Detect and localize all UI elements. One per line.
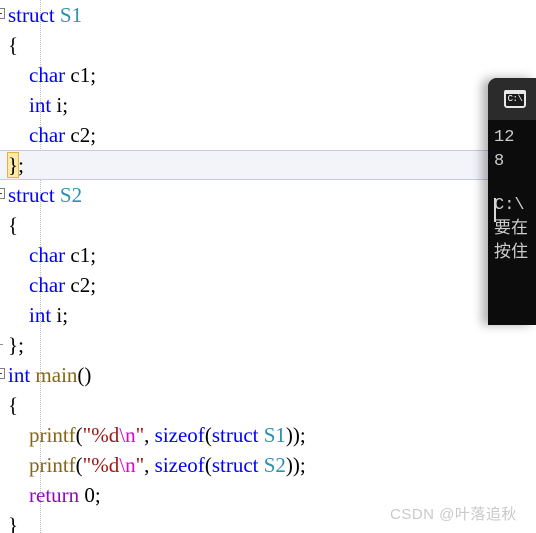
code-token: , (144, 423, 155, 447)
code-line[interactable]: { (0, 30, 536, 60)
code-token: S2 (59, 183, 83, 207)
code-token: { (8, 213, 19, 237)
console-output-line: 12 (494, 128, 515, 147)
code-token: sizeof (154, 453, 205, 477)
code-token: int (8, 363, 31, 387)
code-token: ( (204, 423, 212, 447)
code-line[interactable]: { (0, 390, 536, 420)
code-line[interactable]: struct S1 (0, 0, 536, 30)
code-token: " (135, 423, 145, 447)
code-token: } (8, 513, 19, 533)
code-token: struct (211, 453, 264, 477)
command-prompt-window[interactable]: C:\ 12 8 C:\ 要在按住 (488, 78, 536, 325)
code-token: \n (119, 453, 136, 477)
code-token: char (29, 273, 66, 297)
console-titlebar[interactable]: C:\ (488, 78, 536, 120)
code-token: 0; (79, 483, 101, 507)
code-token: char (29, 63, 66, 87)
code-editor-pane[interactable]: struct S1{ char c1; int i; char c2;}; str… (0, 0, 536, 533)
code-line[interactable]: { (0, 210, 536, 240)
code-token: "%d (82, 423, 120, 447)
code-token: return (29, 483, 80, 507)
code-token: "%d (82, 453, 120, 477)
code-line[interactable]: int main() (0, 360, 536, 390)
console-caret (494, 198, 496, 222)
csdn-watermark: CSDN @叶落追秋 (390, 506, 517, 523)
code-token: struct (211, 423, 264, 447)
code-token: } (6, 152, 20, 178)
code-token: ; (18, 153, 24, 177)
code-token: sizeof (154, 423, 205, 447)
console-output-line: 按住 (494, 244, 528, 263)
code-token: }; (8, 333, 24, 357)
console-output-line: 8 (494, 152, 505, 171)
code-token: int (29, 93, 52, 117)
code-token: \n (119, 423, 136, 447)
code-token: i; (51, 303, 69, 327)
code-token: printf (29, 423, 76, 447)
screenshot-root: struct S1{ char c1; int i; char c2;}; str… (0, 0, 536, 533)
code-token: struct (8, 183, 60, 207)
code-token: c2; (65, 273, 97, 297)
code-token: printf (29, 453, 76, 477)
code-token: () (77, 363, 92, 387)
console-output[interactable]: 12 8 C:\ 要在按住 (488, 120, 536, 266)
code-token: S2 (263, 453, 286, 477)
fold-collapse-icon[interactable] (0, 368, 5, 379)
code-token: main (35, 363, 78, 387)
command-prompt-icon: C:\ (504, 90, 526, 108)
code-line[interactable]: printf("%d\n", sizeof(struct S1)); (0, 420, 536, 450)
code-line[interactable]: char c2; (0, 270, 536, 300)
code-token: c1; (65, 243, 97, 267)
code-token: ( (204, 453, 212, 477)
code-token: S1 (59, 3, 83, 27)
code-token: " (135, 453, 145, 477)
console-output-line: 要在 (494, 220, 528, 239)
code-token: ( (75, 423, 83, 447)
code-line[interactable]: struct S2 (0, 180, 536, 210)
code-token: int (29, 303, 52, 327)
code-line[interactable]: char c1; (0, 240, 536, 270)
fold-collapse-icon[interactable] (0, 8, 5, 19)
code-line[interactable]: char c2; (0, 120, 536, 150)
code-line[interactable]: int i; (0, 90, 536, 120)
code-token: char (29, 243, 66, 267)
code-line[interactable]: }; (0, 150, 536, 180)
code-token: { (8, 393, 19, 417)
code-token: { (8, 33, 19, 57)
code-line-container[interactable]: struct S1{ char c1; int i; char c2;}; str… (0, 0, 536, 533)
code-token: c1; (65, 63, 97, 87)
code-token: i; (51, 93, 69, 117)
code-line[interactable]: printf("%d\n", sizeof(struct S2)); (0, 450, 536, 480)
code-line[interactable]: }; (0, 330, 536, 360)
code-token: char (29, 123, 66, 147)
console-output-line: C:\ (494, 196, 525, 215)
code-token: ( (75, 453, 83, 477)
fold-collapse-icon[interactable] (0, 188, 5, 199)
fold-region-end-icon (0, 343, 3, 345)
code-token: struct (8, 3, 60, 27)
code-line[interactable]: char c1; (0, 60, 536, 90)
code-token: c2; (65, 123, 97, 147)
code-line[interactable]: int i; (0, 300, 536, 330)
code-token: , (144, 453, 155, 477)
code-token: )); (285, 423, 306, 447)
code-token: )); (285, 453, 306, 477)
code-token: S1 (263, 423, 286, 447)
